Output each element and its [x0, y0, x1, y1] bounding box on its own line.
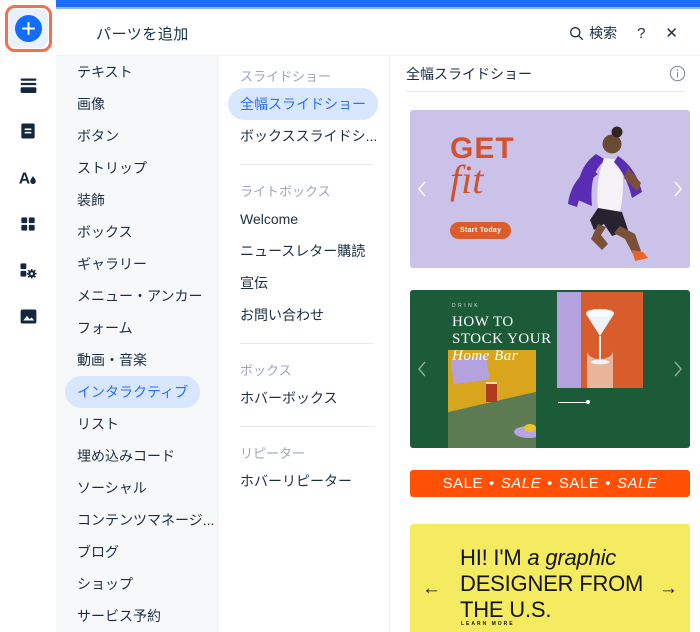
category-item-embed-code[interactable]: 埋め込みコード	[56, 440, 217, 472]
add-elements-button[interactable]	[9, 9, 48, 48]
category-item-content-manager[interactable]: コンテンツマネージ...	[56, 504, 217, 536]
category-item-button[interactable]: ボタン	[56, 120, 217, 152]
subitem-contact[interactable]: お問い合わせ	[218, 299, 389, 331]
homebar-photo-cocktail	[557, 292, 643, 388]
site-design-icon[interactable]: A	[16, 166, 40, 190]
category-item-gallery[interactable]: ギャラリー	[56, 248, 217, 280]
category-item-strip[interactable]: ストリップ	[56, 152, 217, 184]
search-icon	[570, 26, 584, 40]
group-title-lightbox: ライトボックス	[240, 183, 331, 199]
slideshow-preview-sale[interactable]: SALE • SALE • SALE • SALE	[410, 470, 690, 497]
plus-icon	[15, 15, 42, 42]
category-item-interactive-selected[interactable]: インタラクティブ	[56, 376, 217, 408]
editor-top-bar	[56, 0, 700, 9]
category-item-box[interactable]: ボックス	[56, 216, 217, 248]
homebar-line3: Home Bar	[452, 348, 519, 364]
info-icon[interactable]	[669, 65, 686, 82]
designer-line1a: HI! I'M	[460, 545, 528, 570]
category-item-video-music[interactable]: 動画・音楽	[56, 344, 217, 376]
slideshow-preview-fitness[interactable]: GET fit Start Today	[410, 110, 690, 268]
designer-line3: THE U.S.	[460, 597, 552, 622]
search-button[interactable]: 検索	[569, 23, 617, 43]
designer-line2: DESIGNER FROM	[460, 571, 644, 596]
designer-cta: LEARN MORE	[461, 621, 515, 627]
help-button[interactable]: ?	[637, 25, 645, 42]
arrow-left-icon: ←	[422, 578, 441, 599]
search-label: 検索	[589, 25, 618, 41]
arrow-right-icon: →	[659, 578, 678, 599]
category-item-image[interactable]: 画像	[56, 88, 217, 120]
homebar-tag: DRINK	[452, 303, 481, 309]
fitness-cta-button: Start Today	[450, 222, 512, 239]
homebar-text-block: DRINK HOW TO STOCK YOUR Home Bar	[452, 303, 552, 365]
category-item-shop[interactable]: ショップ	[56, 568, 217, 600]
category-item-blog[interactable]: ブログ	[56, 536, 217, 568]
homebar-line2: STOCK YOUR	[452, 331, 552, 347]
group-title-slideshow: スライドショー	[240, 68, 332, 84]
slideshow-preview-homebar[interactable]: DRINK HOW TO STOCK YOUR Home Bar	[410, 290, 690, 448]
category-item-text[interactable]: テキスト	[56, 56, 217, 88]
runner-illustration	[568, 126, 648, 261]
group-divider	[240, 343, 374, 344]
chevron-left-icon	[417, 181, 426, 197]
media-icon[interactable]	[16, 304, 40, 328]
close-button[interactable]: ✕	[665, 24, 678, 42]
category-list: テキスト 画像 ボタン ストリップ 装飾 ボックス ギャラリー メニュー・アンカ…	[56, 56, 218, 632]
group-divider	[240, 426, 374, 427]
subitem-hover-repeater[interactable]: ホバーリピーター	[218, 465, 389, 497]
subitem-fullwidth-slideshow-selected[interactable]: 全幅スライドショー	[218, 88, 389, 120]
fitness-subheading: fit	[450, 157, 484, 202]
category-item-form[interactable]: フォーム	[56, 312, 217, 344]
subitem-welcome[interactable]: Welcome	[218, 203, 389, 235]
category-item-social[interactable]: ソーシャル	[56, 472, 217, 504]
category-item-decorative[interactable]: 装飾	[56, 184, 217, 216]
panel-header: パーツを追加 検索 ? ✕	[56, 11, 700, 56]
designer-line1b: a graphic	[527, 545, 617, 570]
group-title-repeater: リピーター	[240, 445, 306, 461]
app-market-icon[interactable]	[16, 212, 40, 236]
add-section-icon[interactable]	[16, 73, 40, 97]
preview-scroll-area[interactable]: GET fit Start Today DRINK HOW TO STOCK Y…	[410, 92, 690, 632]
preview-title: 全幅スライドショー	[406, 65, 532, 82]
subitem-newsletter[interactable]: ニュースレター購読	[218, 235, 389, 267]
pages-icon[interactable]	[16, 119, 40, 143]
installed-apps-icon[interactable]	[16, 258, 40, 282]
category-item-list[interactable]: リスト	[56, 408, 217, 440]
subitem-hover-box[interactable]: ホバーボックス	[218, 382, 389, 414]
preview-panel: 全幅スライドショー GET fit Start Today DRINK HOW …	[390, 56, 700, 632]
subitem-box-slideshow[interactable]: ボックススライドシ...	[218, 120, 389, 152]
slideshow-preview-designer[interactable]: HI! I'M a graphic DESIGNER FROM THE U.S.…	[410, 524, 690, 632]
svg-text:A: A	[19, 171, 30, 188]
group-divider	[240, 164, 374, 165]
homebar-line1: HOW TO	[452, 314, 514, 330]
subitem-promotion[interactable]: 宣伝	[218, 267, 389, 299]
group-title-box: ボックス	[240, 362, 292, 378]
designer-text-block: HI! I'M a graphic DESIGNER FROM THE U.S.	[460, 545, 643, 623]
chevron-right-icon	[674, 181, 683, 197]
chevron-left-icon	[418, 361, 426, 377]
category-item-bookings[interactable]: サービス予約	[56, 600, 217, 632]
editor-left-toolbar: A	[0, 0, 56, 632]
fitness-text-block: GET fit	[450, 134, 515, 200]
chevron-right-icon	[674, 361, 682, 377]
subcategory-list: スライドショー 全幅スライドショー ボックススライドシ... ライトボックス W…	[218, 56, 390, 632]
preview-header: 全幅スライドショー	[406, 56, 686, 92]
homebar-arrow	[558, 400, 590, 404]
category-item-menu-anchor[interactable]: メニュー・アンカー	[56, 280, 217, 312]
panel-title: パーツを追加	[96, 25, 189, 43]
